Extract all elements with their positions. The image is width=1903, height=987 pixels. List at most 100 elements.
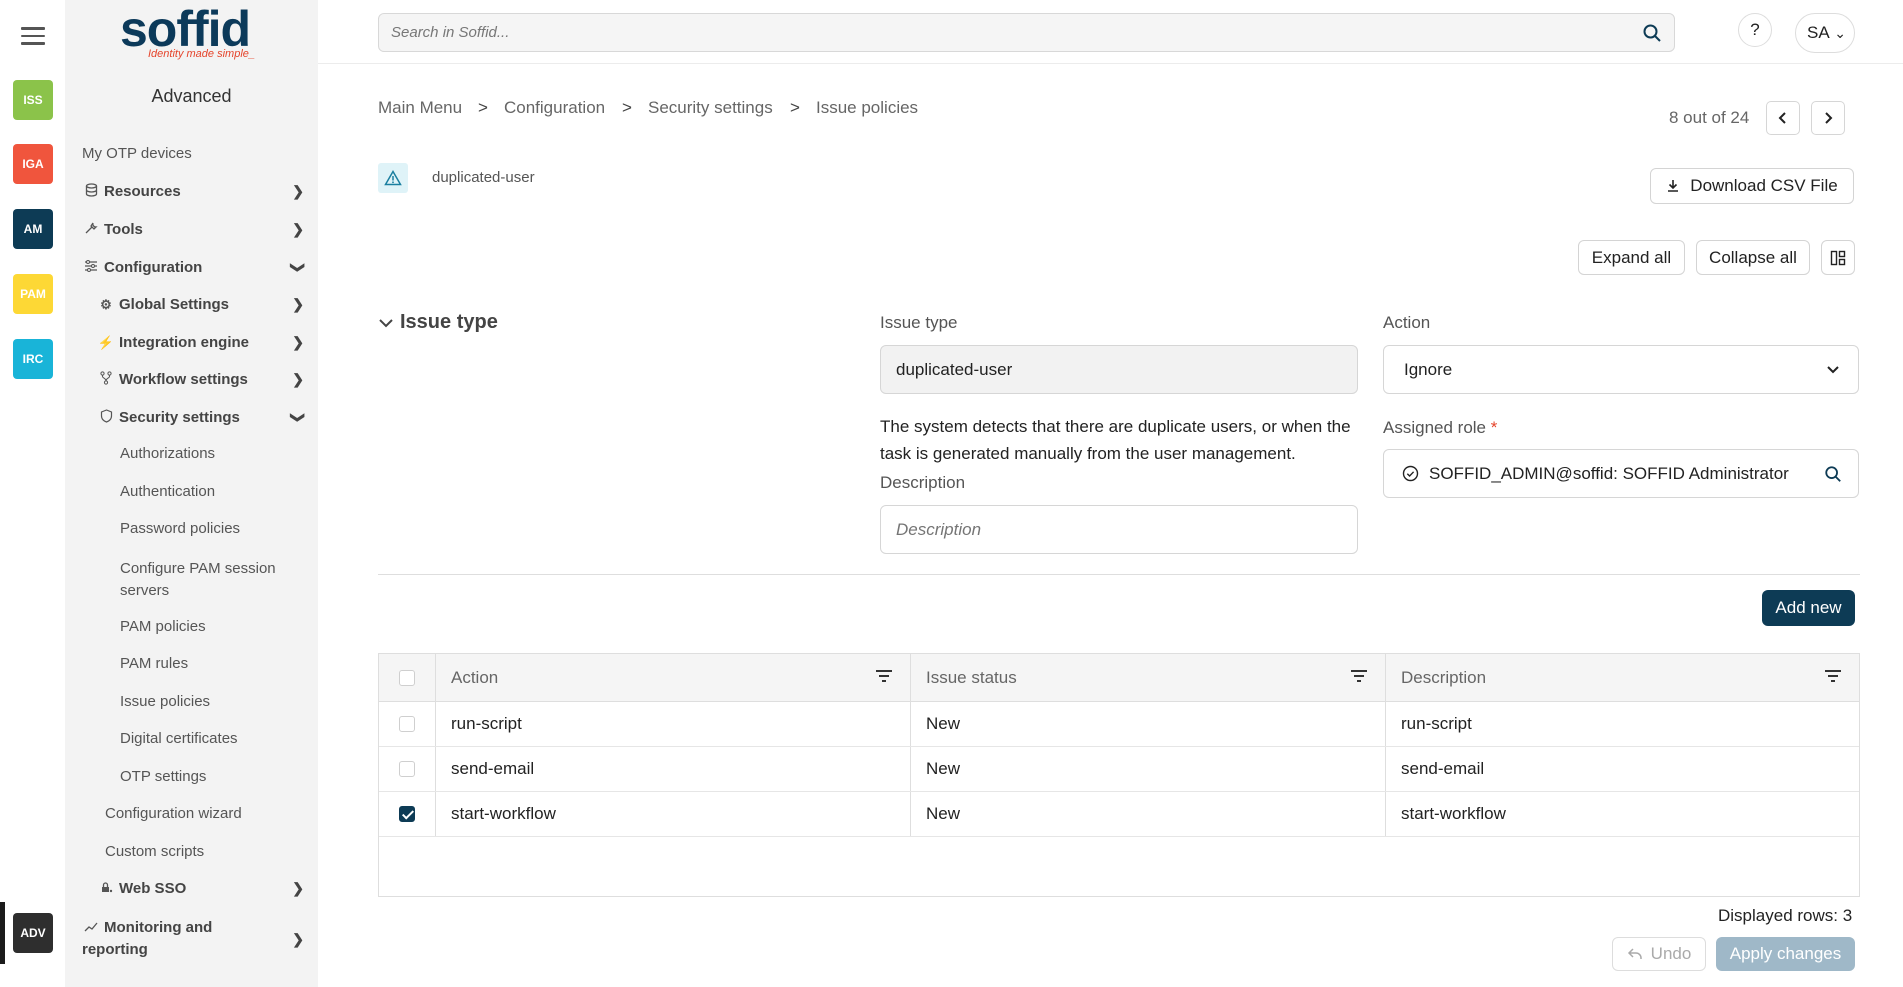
sidebar-item-security-settings[interactable]: Security settings ❯ bbox=[65, 409, 318, 426]
warning-icon bbox=[378, 163, 408, 193]
rail-active-indicator bbox=[0, 902, 5, 964]
action-label: Action bbox=[1383, 313, 1431, 332]
sidebar-item-global-settings[interactable]: ⚙ Global Settings ❯ bbox=[65, 296, 318, 313]
search-icon[interactable] bbox=[1824, 465, 1842, 483]
rail-tile-irc[interactable]: IRC bbox=[13, 339, 53, 379]
chevron-right-icon bbox=[1825, 112, 1833, 124]
column-header-description[interactable]: Description bbox=[1385, 654, 1859, 702]
row-checkbox[interactable] bbox=[399, 761, 415, 777]
sidebar-item-digital-certificates[interactable]: Digital certificates bbox=[65, 730, 318, 747]
assigned-role-field[interactable]: SOFFID_ADMIN@soffid: SOFFID Administrato… bbox=[1383, 449, 1859, 498]
rail-tile-iga[interactable]: IGA bbox=[13, 144, 53, 184]
lock-icon bbox=[97, 881, 115, 897]
table-row[interactable]: start-workflow New start-workflow bbox=[379, 792, 1859, 837]
sidebar-item-resources[interactable]: Resources ❯ bbox=[65, 183, 318, 200]
description-input-wrapper bbox=[880, 505, 1358, 554]
row-checkbox[interactable] bbox=[399, 806, 415, 822]
previous-record-button[interactable] bbox=[1766, 101, 1800, 135]
sidebar-item-tools[interactable]: Tools ❯ bbox=[65, 221, 318, 238]
description-input[interactable] bbox=[881, 507, 1351, 552]
chevron-right-icon: ❯ bbox=[292, 183, 304, 199]
column-header-action[interactable]: Action bbox=[435, 654, 910, 702]
grid-layout-icon bbox=[1830, 250, 1846, 265]
cell-description: start-workflow bbox=[1385, 792, 1859, 836]
select-all-checkbox[interactable] bbox=[399, 669, 415, 686]
sidebar-item-integration-engine[interactable]: ⚡ Integration engine ❯ bbox=[65, 334, 318, 351]
add-new-button[interactable]: Add new bbox=[1762, 590, 1855, 626]
sidebar-item-pam-policies[interactable]: PAM policies bbox=[65, 618, 318, 635]
breadcrumb-configuration[interactable]: Configuration bbox=[504, 98, 605, 118]
breadcrumb-security-settings[interactable]: Security settings bbox=[648, 98, 773, 118]
sidebar-item-web-sso[interactable]: Web SSO ❯ bbox=[65, 880, 318, 897]
row-checkbox[interactable] bbox=[399, 716, 415, 732]
description-label: Description bbox=[880, 473, 966, 492]
rail-tile-iss[interactable]: ISS bbox=[13, 80, 53, 120]
expand-all-button[interactable]: Expand all bbox=[1578, 240, 1685, 275]
cell-status: New bbox=[910, 747, 1385, 791]
issue-type-description: The system detects that there are duplic… bbox=[880, 417, 1351, 463]
chevron-right-icon: ❯ bbox=[292, 880, 304, 896]
required-marker: * bbox=[1490, 418, 1498, 437]
filter-icon[interactable] bbox=[1823, 667, 1843, 687]
issue-type-label: Issue type bbox=[880, 313, 958, 332]
download-icon bbox=[1668, 180, 1679, 192]
cell-action: run-script bbox=[435, 702, 910, 746]
displayed-rows-count: Displayed rows: 3 bbox=[1718, 906, 1853, 925]
database-icon bbox=[82, 183, 100, 200]
chevron-down-icon: ❯ bbox=[290, 411, 307, 424]
sidebar-item-otp-devices[interactable]: My OTP devices bbox=[65, 145, 318, 162]
action-select[interactable]: Ignore bbox=[1383, 345, 1859, 394]
sidebar-item-pam-rules[interactable]: PAM rules bbox=[65, 655, 318, 672]
topbar: ? SA ⌄ bbox=[318, 0, 1903, 64]
help-button[interactable]: ? bbox=[1738, 13, 1772, 47]
apply-changes-button[interactable]: Apply changes bbox=[1716, 937, 1855, 971]
collapse-all-button[interactable]: Collapse all bbox=[1696, 240, 1810, 275]
issue-type-field: duplicated-user bbox=[880, 345, 1358, 394]
breadcrumb-main-menu[interactable]: Main Menu bbox=[378, 98, 462, 118]
actions-table: Action Issue status Description run-scri… bbox=[378, 653, 1860, 897]
search-icon[interactable] bbox=[1642, 23, 1662, 43]
chevron-right-icon: ❯ bbox=[292, 334, 304, 350]
chevron-right-icon: ❯ bbox=[292, 296, 304, 312]
sidebar-item-authorizations[interactable]: Authorizations bbox=[65, 445, 318, 462]
breadcrumb-separator: > bbox=[478, 98, 488, 117]
sidebar-item-configuration-wizard[interactable]: Configuration wizard bbox=[65, 805, 318, 822]
check-circle-icon bbox=[1402, 465, 1419, 482]
table-row[interactable]: run-script New run-script bbox=[379, 702, 1859, 747]
rail-tile-pam[interactable]: PAM bbox=[13, 274, 53, 314]
sidebar-item-configure-pam[interactable]: Configure PAM session servers bbox=[65, 558, 318, 602]
soffid-logo[interactable]: soffid Identity made simple_ bbox=[120, 4, 270, 68]
filter-icon[interactable] bbox=[1349, 667, 1369, 687]
sidebar: soffid Identity made simple_ Advanced My… bbox=[65, 0, 318, 987]
user-menu-button[interactable]: SA ⌄ bbox=[1795, 13, 1855, 53]
sidebar-item-workflow-settings[interactable]: Workflow settings ❯ bbox=[65, 371, 318, 388]
global-search bbox=[378, 13, 1675, 52]
rail-tile-adv[interactable]: ADV bbox=[13, 913, 53, 953]
sidebar-item-custom-scripts[interactable]: Custom scripts bbox=[65, 843, 318, 860]
sidebar-item-password-policies[interactable]: Password policies bbox=[65, 520, 318, 537]
select-all-cell bbox=[379, 654, 435, 702]
chevron-right-icon: ❯ bbox=[292, 221, 304, 237]
table-row[interactable]: send-email New send-email bbox=[379, 747, 1859, 792]
cell-status: New bbox=[910, 702, 1385, 746]
shield-icon bbox=[97, 409, 115, 426]
column-header-issue-status[interactable]: Issue status bbox=[910, 654, 1385, 702]
sidebar-item-issue-policies[interactable]: Issue policies bbox=[65, 693, 318, 710]
sidebar-item-monitoring[interactable]: Monitoring and reporting ❯ bbox=[65, 917, 318, 961]
cell-status: New bbox=[910, 792, 1385, 836]
rail-tile-am[interactable]: AM bbox=[13, 209, 53, 249]
next-record-button[interactable] bbox=[1811, 101, 1845, 135]
app-rail: ISS IGA AM PAM IRC ADV bbox=[0, 0, 65, 987]
sidebar-item-otp-settings[interactable]: OTP settings bbox=[65, 768, 318, 785]
hamburger-menu-icon[interactable] bbox=[21, 27, 45, 45]
sidebar-item-authentication[interactable]: Authentication bbox=[65, 483, 318, 500]
sidebar-item-configuration[interactable]: Configuration ❯ bbox=[65, 259, 318, 276]
cell-action: send-email bbox=[435, 747, 910, 791]
undo-button[interactable]: Undo bbox=[1612, 937, 1706, 971]
issue-type-section-toggle[interactable]: Issue type bbox=[378, 311, 498, 334]
download-csv-button[interactable]: Download CSV File bbox=[1650, 168, 1854, 204]
search-input[interactable] bbox=[379, 14, 1619, 51]
filter-icon[interactable] bbox=[874, 667, 894, 687]
layout-toggle-button[interactable] bbox=[1821, 240, 1855, 275]
chevron-right-icon: ❯ bbox=[292, 931, 304, 947]
